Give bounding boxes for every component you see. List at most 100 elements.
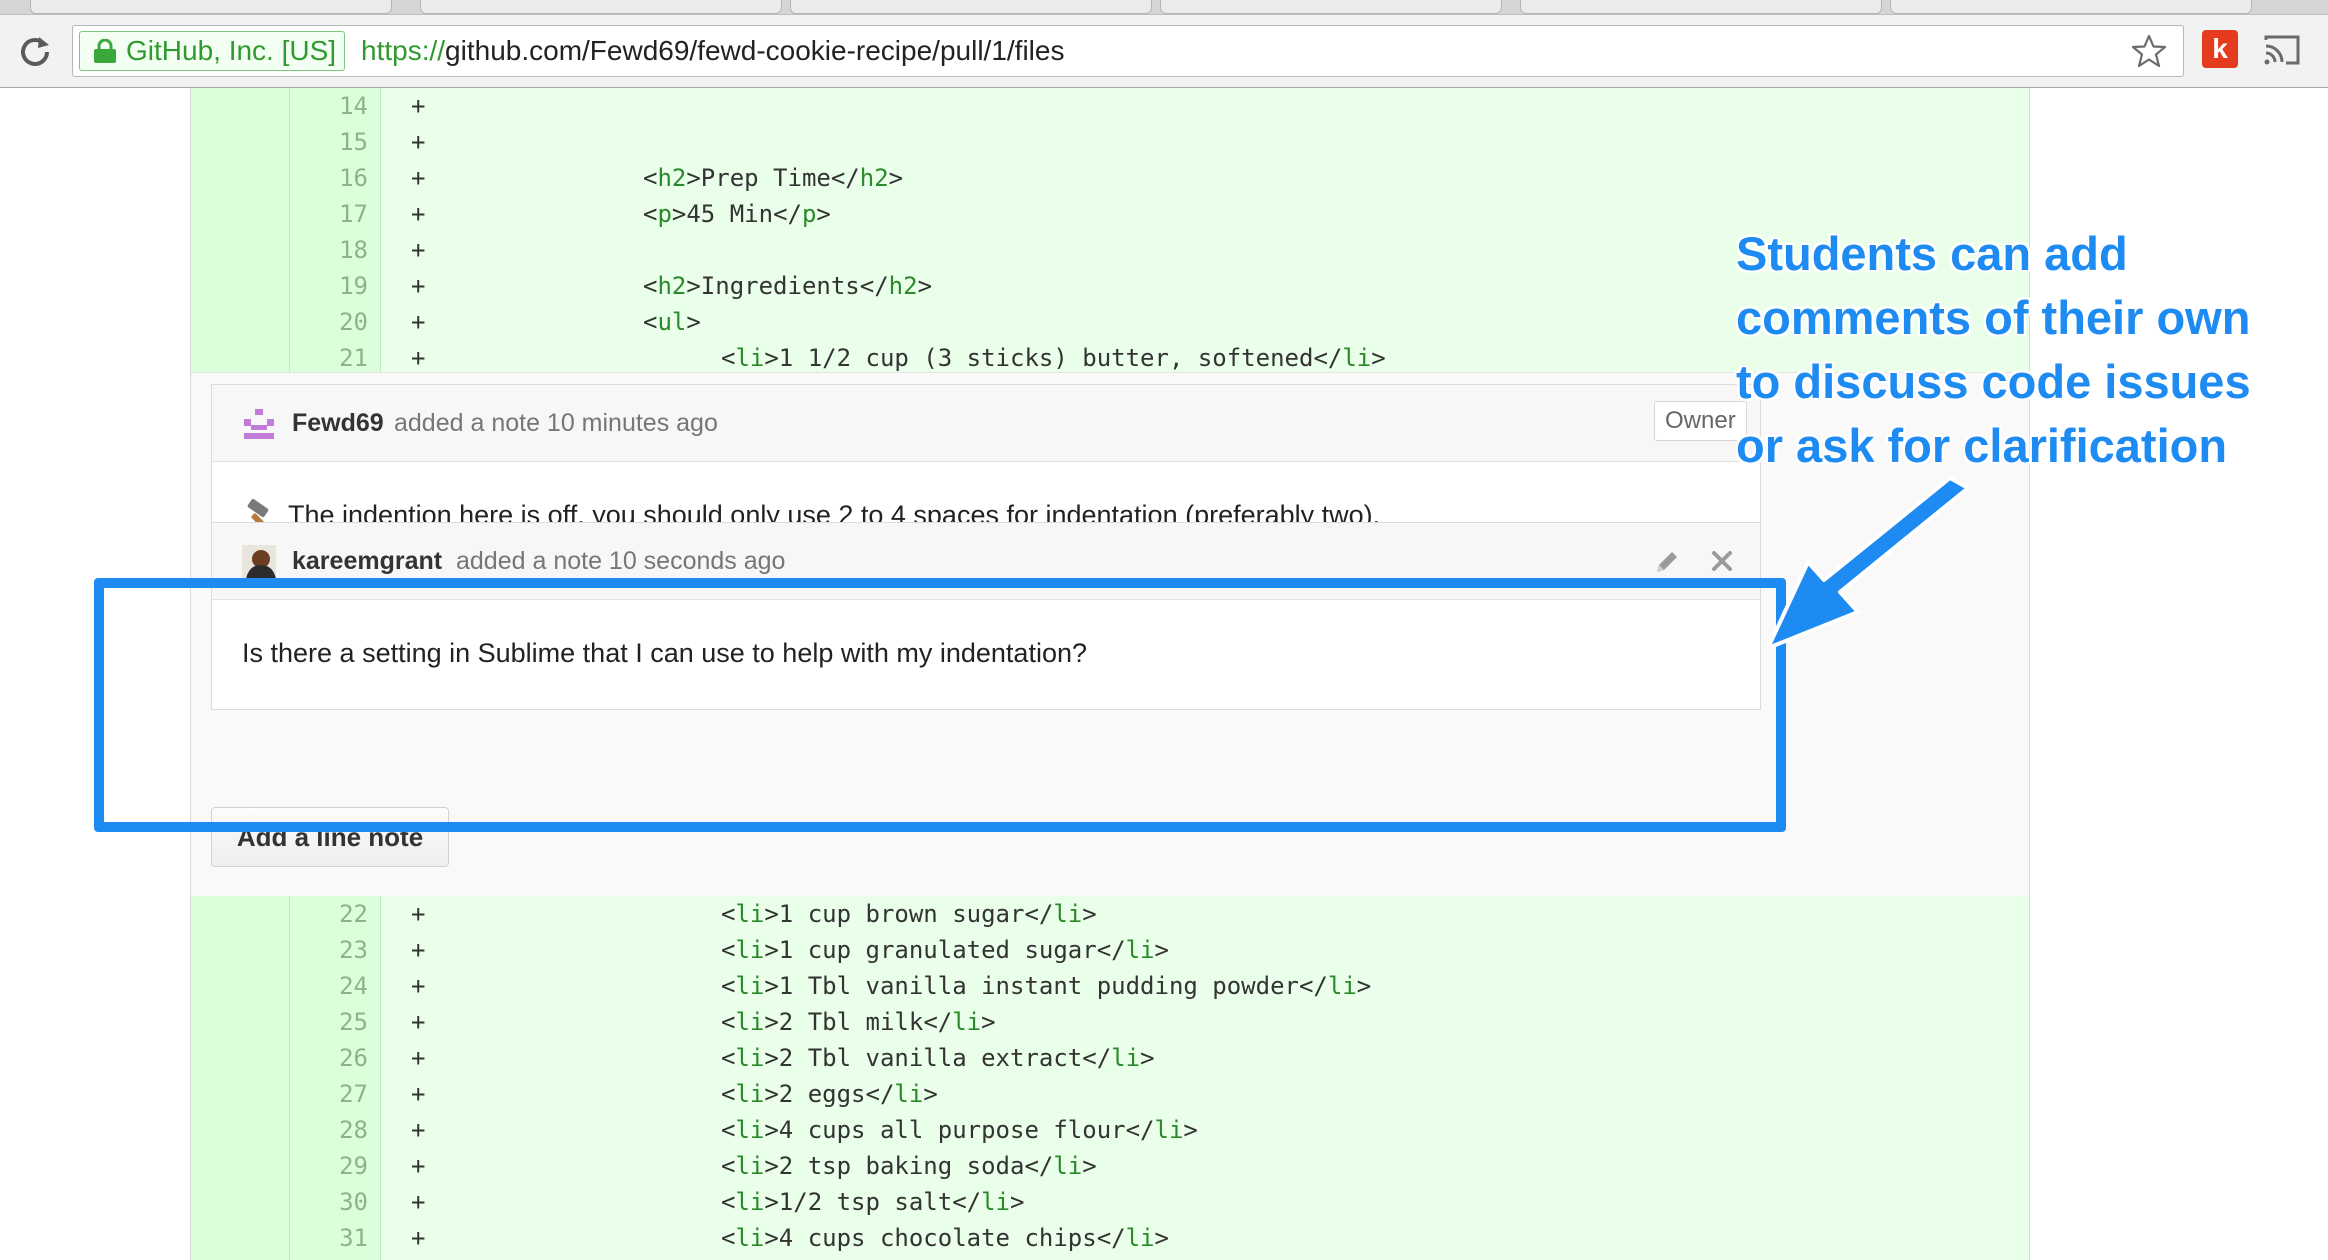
comment-meta: added a note 10 seconds ago [456, 547, 786, 575]
diff-sign: + [411, 272, 426, 300]
lock-icon [94, 39, 116, 63]
diff-line[interactable]: 25 + <li>2 Tbl milk</li> [191, 1004, 2029, 1040]
code-content: <li>1 cup brown sugar</li> [721, 900, 1097, 928]
owner-badge: Owner [1654, 401, 1747, 441]
code-content: <li>1 cup granulated sugar</li> [721, 936, 1169, 964]
diff-line[interactable]: 27 + <li>2 eggs</li> [191, 1076, 2029, 1112]
annotation-text: Students can add comments of their own t… [1736, 222, 2296, 478]
comment-meta: added a note 10 minutes ago [394, 409, 718, 437]
diff-line[interactable]: 24 + <li>1 Tbl vanilla instant pudding pow… [191, 968, 2029, 1004]
line-number[interactable]: 31 [290, 1220, 368, 1256]
close-icon[interactable] [1708, 547, 1736, 575]
diff-sign: + [411, 236, 426, 264]
diff-line[interactable]: 28 + <li>4 cups all purpose flour</li> [191, 1112, 2029, 1148]
line-number[interactable]: 30 [290, 1184, 368, 1220]
line-number[interactable]: 21 [290, 340, 368, 376]
diff-sign: + [411, 308, 426, 336]
diff-line[interactable]: 30 + <li>1/2 tsp salt</li> [191, 1184, 2029, 1220]
diff-sign: + [411, 164, 426, 192]
diff-line[interactable]: 29 + <li>2 tsp baking soda</li> [191, 1148, 2029, 1184]
diff-hunk-bottom: 22 + <li>1 cup brown sugar</li> 23 + <li>1 cu… [191, 896, 2029, 1260]
ev-certificate-badge[interactable]: GitHub, Inc. [US] [79, 31, 346, 71]
diff-sign: + [411, 900, 426, 928]
comment-kareemgrant: kareemgrant added a note 10 seconds ago … [211, 522, 1761, 710]
diff-sign: + [411, 972, 426, 1000]
line-number[interactable]: 17 [290, 196, 368, 232]
diff-sign: + [411, 1152, 426, 1180]
diff-sign: + [411, 128, 426, 156]
line-number[interactable]: 14 [290, 88, 368, 124]
extension-k-button[interactable]: k [2202, 30, 2238, 68]
comment-text: Is there a setting in Sublime that I can… [242, 638, 1087, 668]
line-number[interactable]: 28 [290, 1112, 368, 1148]
add-line-note-button[interactable]: Add a line note [211, 807, 449, 867]
line-number[interactable]: 18 [290, 232, 368, 268]
reload-icon[interactable] [16, 33, 54, 71]
browser-tab[interactable] [1160, 0, 1502, 14]
line-number[interactable]: 27 [290, 1076, 368, 1112]
code-content: <li>1 Tbl vanilla instant pudding powder… [721, 972, 1372, 1000]
code-content: <li>2 tsp baking soda</li> [721, 1152, 1097, 1180]
diff-line[interactable]: 15 + [191, 124, 2029, 160]
line-number[interactable]: 25 [290, 1004, 368, 1040]
bookmark-star-icon[interactable] [2131, 33, 2167, 69]
browser-toolbar: GitHub, Inc. [US] https://github.com/Few… [0, 15, 2328, 88]
comment-header: Fewd69 added a note 10 minutes ago Owner [212, 385, 1760, 462]
browser-tab[interactable] [790, 0, 1152, 14]
diff-sign: + [411, 92, 426, 120]
diff-sign: + [411, 344, 426, 372]
tab-strip [0, 0, 2328, 15]
line-number[interactable]: 19 [290, 268, 368, 304]
url-text[interactable]: https://github.com/Fewd69/fewd-cookie-re… [361, 31, 1064, 71]
annotation-line: to discuss code issues [1736, 355, 2251, 408]
annotation-line: or ask for clarification [1736, 419, 2228, 472]
diff-line[interactable]: 16 + <h2>Prep Time</h2> [191, 160, 2029, 196]
cast-icon[interactable] [2262, 32, 2302, 68]
diff-sign: + [411, 1224, 426, 1252]
line-number[interactable]: 23 [290, 932, 368, 968]
diff-sign: + [411, 200, 426, 228]
diff-line[interactable]: 23 + <li>1 cup granulated sugar</li> [191, 932, 2029, 968]
line-number[interactable]: 15 [290, 124, 368, 160]
avatar[interactable] [242, 545, 276, 579]
line-number[interactable]: 24 [290, 968, 368, 1004]
diff-sign: + [411, 1188, 426, 1216]
code-content: <li>4 cups chocolate chips</li> [721, 1224, 1169, 1252]
code-content: <h2>Ingredients</h2> [643, 272, 933, 300]
browser-tab[interactable] [420, 0, 782, 14]
diff-line[interactable]: 14 + [191, 88, 2029, 124]
url-path: github.com/Fewd69/fewd-cookie-recipe/pul… [445, 35, 1065, 66]
line-number[interactable]: 16 [290, 160, 368, 196]
line-number[interactable]: 26 [290, 1040, 368, 1076]
code-content: <li>4 cups all purpose flour</li> [721, 1116, 1198, 1144]
annotation-line: comments of their own [1736, 291, 2251, 344]
diff-line[interactable]: 31 + <li>4 cups chocolate chips</li> [191, 1220, 2029, 1256]
code-content: <ul> [643, 308, 701, 336]
annotation-line: Students can add [1736, 227, 2128, 280]
diff-sign: + [411, 1008, 426, 1036]
browser-tab[interactable] [30, 0, 392, 14]
diff-line[interactable]: 26 + <li>2 Tbl vanilla extract</li> [191, 1040, 2029, 1076]
diff-sign: + [411, 936, 426, 964]
code-content: <li>2 eggs</li> [721, 1080, 938, 1108]
avatar[interactable] [242, 407, 276, 441]
annotation-arrow [1766, 476, 1970, 650]
code-content: <h2>Prep Time</h2> [643, 164, 904, 192]
browser-tab[interactable] [1520, 0, 1882, 14]
url-scheme: https:// [361, 35, 446, 66]
code-content: <li>1/2 tsp salt</li> [721, 1188, 1025, 1216]
address-bar[interactable]: GitHub, Inc. [US] https://github.com/Few… [72, 25, 2184, 77]
comment-author[interactable]: Fewd69 [292, 385, 384, 461]
code-content: <li>1 1/2 cup (3 sticks) butter, softene… [721, 344, 1386, 372]
line-number[interactable]: 20 [290, 304, 368, 340]
ev-certificate-label: GitHub, Inc. [US] [126, 35, 337, 66]
line-number[interactable]: 22 [290, 896, 368, 932]
line-number[interactable]: 29 [290, 1148, 368, 1184]
diff-sign: + [411, 1044, 426, 1072]
pencil-icon[interactable] [1652, 547, 1682, 577]
comment-author[interactable]: kareemgrant [292, 523, 442, 599]
diff-line[interactable]: 22 + <li>1 cup brown sugar</li> [191, 896, 2029, 932]
browser-tab[interactable] [1890, 0, 2252, 14]
diff-sign: + [411, 1080, 426, 1108]
code-content: <p>45 Min</p> [643, 200, 831, 228]
